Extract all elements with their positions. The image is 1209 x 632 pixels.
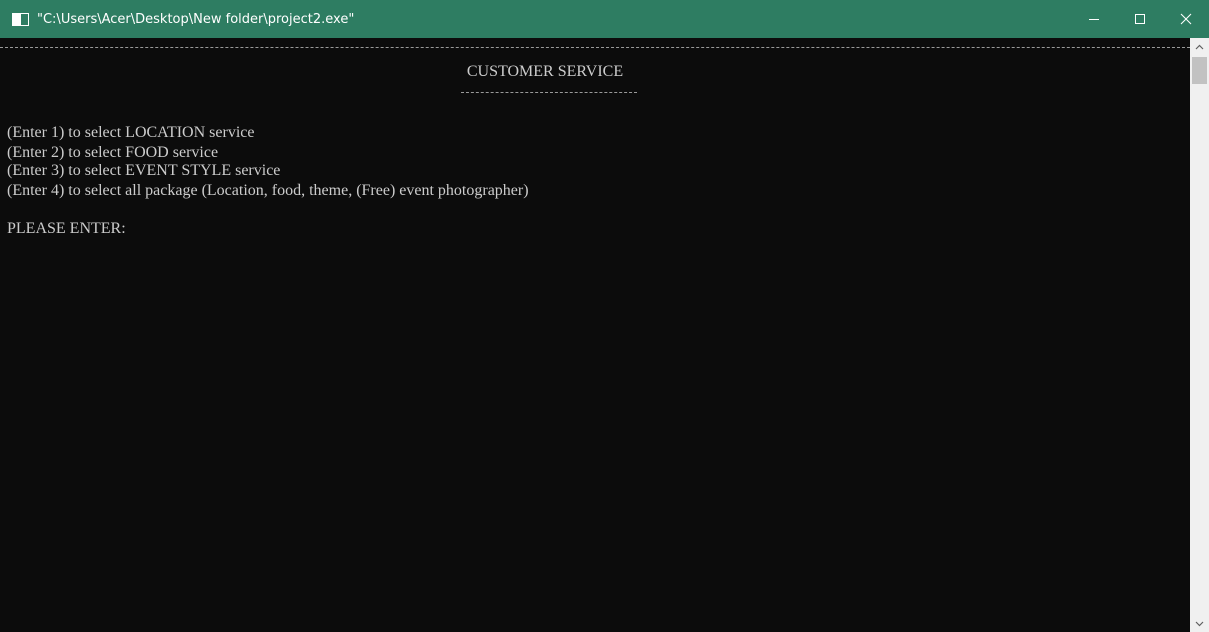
scroll-up-button[interactable] <box>1190 38 1209 55</box>
scroll-thumb[interactable] <box>1192 57 1207 84</box>
console-output[interactable]: CUSTOMER SERVICE (Enter 1) to select LOC… <box>0 38 1190 632</box>
scroll-down-arrow-icon <box>1195 621 1204 626</box>
title-bar[interactable]: "C:\Users\Acer\Desktop\New folder\projec… <box>0 0 1209 38</box>
vertical-scrollbar[interactable] <box>1190 38 1209 632</box>
minimize-button[interactable] <box>1071 0 1117 38</box>
minimize-icon <box>1089 19 1099 20</box>
menu-option-2: (Enter 2) to select FOOD service <box>7 144 219 161</box>
scroll-up-arrow-icon <box>1195 44 1204 49</box>
input-prompt: PLEASE ENTER: <box>7 220 126 237</box>
window-title: "C:\Users\Acer\Desktop\New folder\projec… <box>37 11 355 27</box>
console-window: "C:\Users\Acer\Desktop\New folder\projec… <box>0 0 1209 632</box>
close-button[interactable] <box>1163 0 1209 38</box>
close-icon <box>1180 13 1192 25</box>
window-controls <box>1071 0 1209 38</box>
heading-underline <box>461 92 637 93</box>
maximize-icon <box>1135 14 1145 24</box>
menu-heading: CUSTOMER SERVICE <box>466 63 624 80</box>
maximize-button[interactable] <box>1117 0 1163 38</box>
menu-option-4: (Enter 4) to select all package (Locatio… <box>7 182 529 199</box>
scroll-down-button[interactable] <box>1190 615 1209 632</box>
console-app-icon[interactable] <box>12 12 29 26</box>
menu-option-1: (Enter 1) to select LOCATION service <box>7 124 255 141</box>
top-dashed-divider <box>0 47 1190 48</box>
menu-option-3: (Enter 3) to select EVENT STYLE service <box>7 162 281 179</box>
